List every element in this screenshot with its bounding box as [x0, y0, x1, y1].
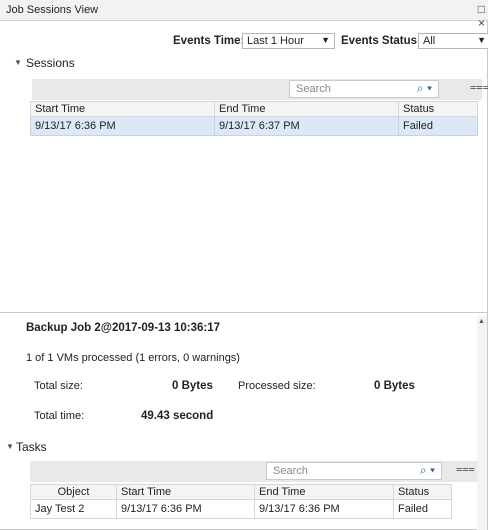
- tasks-section-header[interactable]: ▼ Tasks: [0, 440, 488, 456]
- sessions-header-row: Start Time End Time Status: [30, 101, 478, 117]
- column-header[interactable]: Status: [398, 101, 478, 117]
- cell-end-time: 9/13/17 6:37 PM: [214, 116, 399, 136]
- total-time-label: Total time:: [34, 410, 85, 422]
- title-bar: Job Sessions View □ ×: [0, 0, 488, 30]
- total-size-value: 0 Bytes: [172, 380, 213, 392]
- column-header[interactable]: End Time: [254, 484, 394, 500]
- events-status-value: All: [423, 35, 436, 47]
- job-detail-title: Backup Job 2@2017-09-13 10:36:17: [26, 322, 221, 334]
- cell-start-time: 9/13/17 6:36 PM: [116, 499, 255, 519]
- cell-status: Failed: [398, 116, 478, 136]
- processed-size-value: 0 Bytes: [374, 380, 415, 392]
- events-status-label: Events Status:: [341, 35, 421, 47]
- detail-scrollbar[interactable]: ▲: [477, 316, 487, 530]
- tasks-search-input[interactable]: Search ⌕ ▾: [266, 462, 442, 480]
- cell-end-time: 9/13/17 6:36 PM: [254, 499, 394, 519]
- cell-start-time: 9/13/17 6:36 PM: [30, 116, 215, 136]
- column-header[interactable]: End Time: [214, 101, 399, 117]
- cell-status: Failed: [393, 499, 452, 519]
- column-header[interactable]: Start Time: [30, 101, 215, 117]
- events-status-dropdown[interactable]: All ▼: [418, 33, 488, 49]
- tasks-header-row: Object Start Time End Time Status: [30, 484, 452, 500]
- total-time-value: 49.43 second: [141, 410, 214, 422]
- column-header[interactable]: Object: [30, 484, 117, 500]
- chevron-down-icon: ▼: [477, 35, 486, 45]
- events-time-label: Events Time:: [173, 35, 245, 47]
- search-icon[interactable]: ⌕ ▾: [420, 463, 435, 478]
- column-chooser-icon[interactable]: ⩶: [456, 463, 475, 476]
- sessions-table: Start Time End Time Status 9/13/17 6:36 …: [30, 101, 478, 136]
- vm-summary: 1 of 1 VMs processed (1 errors, 0 warnin…: [26, 352, 240, 364]
- chevron-down-icon: ▼: [321, 35, 330, 45]
- column-header[interactable]: Status: [393, 484, 452, 500]
- cell-object: Jay Test 2: [30, 499, 117, 519]
- job-sessions-window: Job Sessions View □ × Events Time: Last …: [0, 0, 488, 530]
- processed-size-label: Processed size:: [238, 380, 316, 392]
- collapse-icon: ▼: [6, 442, 14, 451]
- sessions-header-label: Sessions: [26, 56, 75, 70]
- search-icon[interactable]: ⌕ ▾: [417, 81, 432, 96]
- tasks-table: Object Start Time End Time Status Jay Te…: [30, 484, 452, 519]
- table-row[interactable]: 9/13/17 6:36 PM 9/13/17 6:37 PM Failed: [30, 116, 478, 136]
- sessions-search-input[interactable]: Search ⌕ ▾: [289, 80, 439, 98]
- sessions-section-header[interactable]: ▼ Sessions: [0, 56, 488, 72]
- collapse-icon: ▼: [14, 58, 22, 67]
- column-chooser-icon[interactable]: ⩶: [470, 81, 488, 94]
- events-time-dropdown[interactable]: Last 1 Hour ▼: [242, 33, 335, 49]
- events-time-value: Last 1 Hour: [247, 35, 304, 47]
- window-title: Job Sessions View: [6, 4, 99, 16]
- splitter[interactable]: [0, 312, 488, 313]
- search-placeholder: Search: [296, 83, 331, 95]
- restore-close-icon[interactable]: □ ×: [473, 2, 485, 30]
- tasks-header-label: Tasks: [16, 440, 47, 454]
- table-row[interactable]: Jay Test 2 9/13/17 6:36 PM 9/13/17 6:36 …: [30, 499, 452, 519]
- search-placeholder: Search: [273, 465, 308, 477]
- total-size-label: Total size:: [34, 380, 83, 392]
- column-header[interactable]: Start Time: [116, 484, 255, 500]
- scroll-up-icon[interactable]: ▲: [478, 318, 485, 325]
